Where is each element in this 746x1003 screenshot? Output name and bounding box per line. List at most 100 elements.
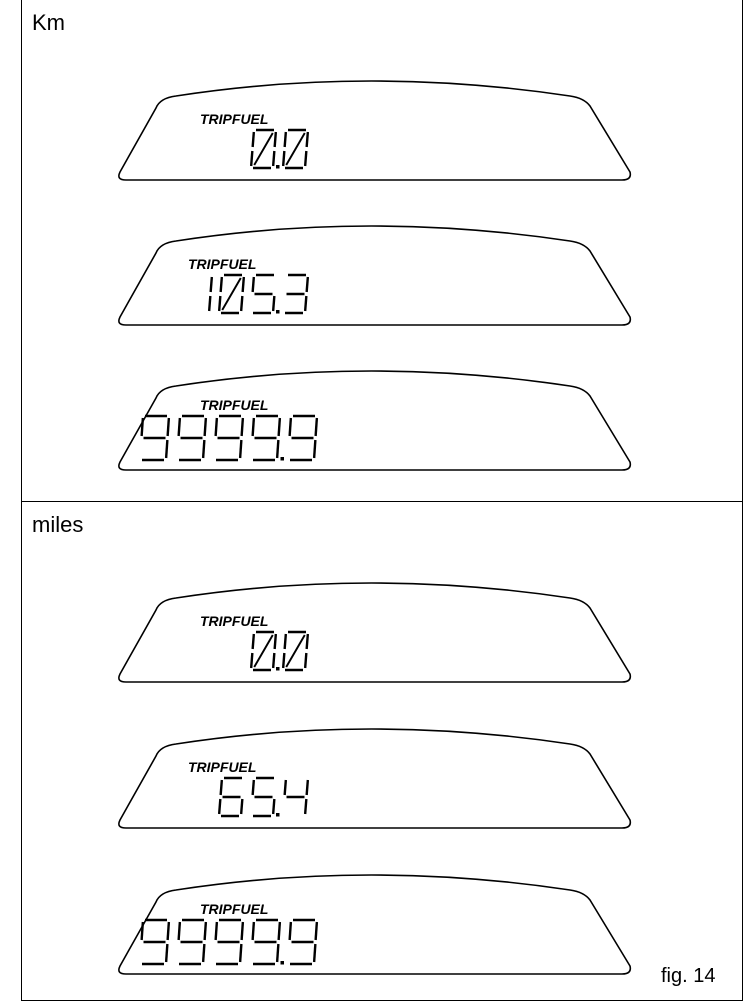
lcd-segment-c: [271, 652, 276, 669]
lcd-segment-b: [277, 417, 282, 437]
lcd-segment-c: [275, 943, 280, 963]
lcd-segment-f: [251, 779, 256, 796]
lcd-segment-c: [312, 439, 317, 459]
lcd-decimal-point: [276, 310, 280, 314]
lcd-segment-slash: [221, 277, 242, 311]
lcd-segment-c: [303, 652, 308, 669]
lcd-segment-b: [305, 633, 310, 650]
lcd-segment-c: [271, 798, 276, 815]
lcd-segment-b: [305, 276, 310, 293]
lcd-readout: [140, 414, 319, 462]
lcd-segment-c: [164, 943, 169, 963]
lcd-segment-c: [201, 439, 206, 459]
lcd-segment-slash: [285, 634, 306, 668]
lcd-segment-b: [166, 921, 171, 941]
lcd-segment-f: [288, 417, 293, 437]
lcd-segment-c: [271, 295, 276, 312]
lcd-segment-c: [239, 798, 244, 815]
trip-fuel-label: TRIPFUEL: [200, 111, 268, 127]
lcd-segment-b: [314, 417, 319, 437]
lcd-segment-c: [312, 943, 317, 963]
lcd-segment-f: [283, 131, 288, 148]
lcd-segment-b: [241, 276, 246, 293]
lcd-segment-f: [177, 921, 182, 941]
unit-label-km: Km: [32, 10, 65, 35]
unit-label-miles: miles: [32, 512, 84, 537]
trip-fuel-label: TRIPFUEL: [200, 901, 268, 917]
trip-fuel-label: TRIPFUEL: [188, 759, 256, 775]
lcd-readout: [249, 630, 310, 672]
lcd-segment-slash: [285, 132, 306, 166]
lcd-segment-c: [238, 439, 243, 459]
trip-fuel-display: TRIPFUEL9999.99999.9: [0, 864, 746, 994]
lcd-bezel: [118, 370, 632, 471]
lcd-segment-c: [164, 439, 169, 459]
trip-fuel-label: TRIPFUEL: [200, 397, 268, 413]
lcd-segment-b: [305, 131, 310, 148]
lcd-panel: TRIPFUEL9999.9: [118, 874, 632, 975]
lcd-segment-b: [277, 921, 282, 941]
lcd-decimal-point: [280, 961, 284, 965]
lcd-bezel: [118, 225, 632, 326]
lcd-segment-c: [207, 295, 212, 312]
lcd-segment-b: [240, 417, 245, 437]
lcd-decimal-point: [280, 457, 284, 461]
lcd-segment-e: [249, 652, 254, 669]
trip-fuel-display: TRIPFUEL65.465.4: [0, 718, 746, 848]
trip-fuel-display: TRIPFUEL0.00.0: [0, 572, 746, 702]
lcd-segment-b: [305, 779, 310, 796]
lcd-segment-b: [273, 633, 278, 650]
lcd-segment-f: [251, 417, 256, 437]
lcd-panel: TRIPFUEL105.3: [118, 225, 632, 326]
lcd-segment-f: [140, 921, 145, 941]
trip-fuel-label: TRIPFUEL: [188, 256, 256, 272]
lcd-segment-c: [271, 150, 276, 167]
lcd-segment-f: [283, 633, 288, 650]
lcd-segment-b: [166, 417, 171, 437]
lcd-segment-c: [303, 798, 308, 815]
lcd-decimal-point: [276, 813, 280, 817]
lcd-segment-c: [303, 150, 308, 167]
lcd-segment-f: [140, 417, 145, 437]
lcd-segment-slash: [253, 132, 274, 166]
lcd-segment-e: [217, 295, 222, 312]
lcd-segment-e: [217, 798, 222, 815]
lcd-segment-f: [288, 921, 293, 941]
lcd-decimal-point: [276, 667, 280, 671]
lcd-bezel: [118, 80, 632, 181]
section-divider: [21, 501, 743, 502]
lcd-segment-f: [214, 921, 219, 941]
lcd-readout: [217, 776, 310, 818]
lcd-decimal-point: [276, 165, 280, 169]
lcd-readout: [140, 918, 319, 966]
lcd-segment-f: [283, 779, 288, 796]
lcd-segment-f: [251, 131, 256, 148]
lcd-segment-c: [201, 943, 206, 963]
lcd-bezel: [118, 874, 632, 975]
lcd-segment-b: [203, 921, 208, 941]
lcd-readout: [249, 128, 310, 170]
lcd-segment-f: [251, 633, 256, 650]
trip-fuel-display: TRIPFUEL105.3105.3: [0, 215, 746, 345]
lcd-segment-c: [303, 295, 308, 312]
lcd-panel: TRIPFUEL65.4: [118, 728, 632, 829]
lcd-segment-b: [273, 131, 278, 148]
lcd-segment-b: [314, 921, 319, 941]
lcd-panel: TRIPFUEL0.0: [118, 582, 632, 683]
lcd-panel: TRIPFUEL0.0: [118, 80, 632, 181]
lcd-segment-f: [219, 276, 224, 293]
lcd-bezel: [118, 728, 632, 829]
lcd-segment-c: [238, 943, 243, 963]
lcd-readout: [207, 273, 310, 315]
lcd-segment-c: [239, 295, 244, 312]
lcd-segment-e: [281, 150, 286, 167]
lcd-segment-f: [214, 417, 219, 437]
lcd-segment-f: [251, 921, 256, 941]
lcd-bezel: [118, 582, 632, 683]
lcd-segment-e: [249, 150, 254, 167]
lcd-panel: TRIPFUEL9999.9: [118, 370, 632, 471]
lcd-segment-b: [209, 276, 214, 293]
lcd-segment-slash: [253, 634, 274, 668]
lcd-segment-b: [240, 921, 245, 941]
lcd-segment-b: [203, 417, 208, 437]
